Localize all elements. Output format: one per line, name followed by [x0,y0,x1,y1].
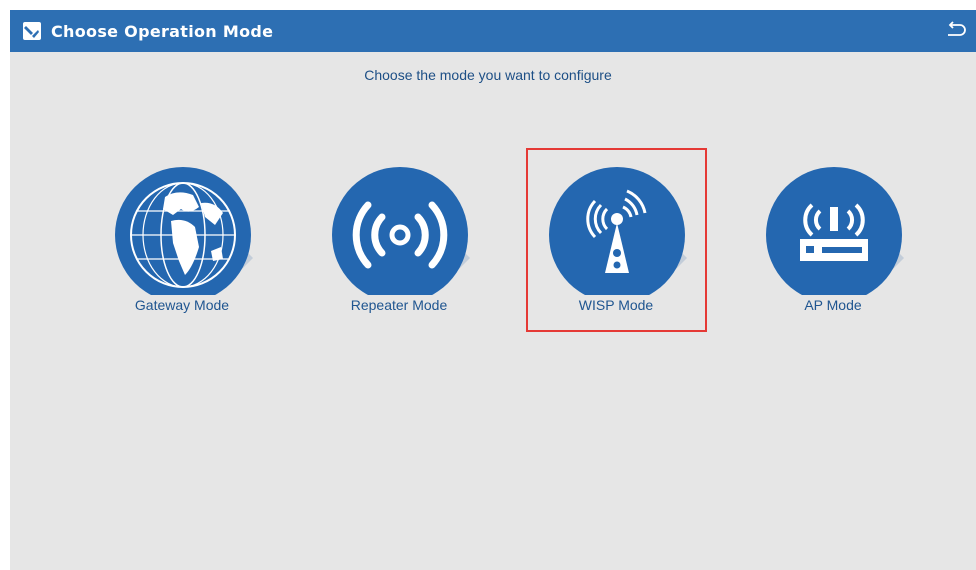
mode-option-ap[interactable]: AP Mode [740,155,926,325]
mode-label: AP Mode [804,297,862,313]
mode-label: WISP Mode [578,297,654,313]
antenna-tower-icon [549,155,709,308]
back-arrow-icon[interactable] [944,19,968,43]
mode-option-wisp[interactable]: WISP Mode [523,155,709,325]
mode-label: Gateway Mode [134,297,230,313]
header-bar: Choose Operation Mode [10,10,976,52]
mode-label: Repeater Mode [350,297,448,313]
mode-option-gateway[interactable]: Gateway Mode [89,155,275,325]
router-config-icon [22,21,42,41]
access-point-icon [766,155,926,308]
wireless-signal-icon [332,155,492,308]
globe-icon [115,155,275,308]
mode-option-repeater[interactable]: Repeater Mode [306,155,492,325]
page-title: Choose Operation Mode [51,21,274,41]
subtitle: Choose the mode you want to configure [364,67,612,83]
